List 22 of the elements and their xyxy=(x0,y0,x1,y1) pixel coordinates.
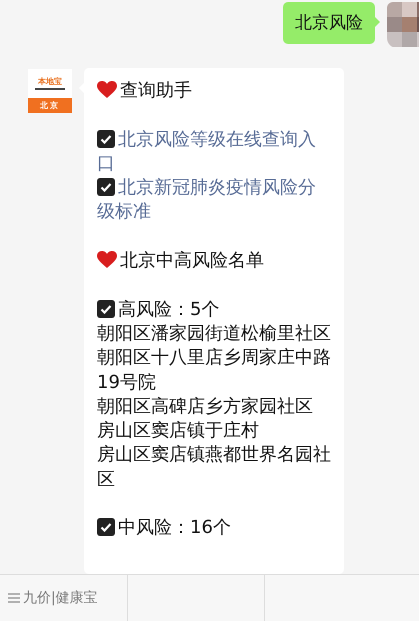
checkbox-icon xyxy=(97,518,115,536)
heart-icon xyxy=(97,81,117,99)
article-link[interactable]: 北京新冠肺炎疫情风险分级标准 xyxy=(97,176,332,225)
section-heading: 查询助手 xyxy=(120,80,192,101)
area-name: 朝阳区高碑店乡方家园社区 xyxy=(97,396,313,417)
heart-icon xyxy=(97,251,117,270)
area-name: 朝阳区十八里店乡周家庄中路19号院 xyxy=(97,347,331,393)
risk-count: 高风险：5个 xyxy=(118,298,220,320)
user-avatar xyxy=(387,2,419,48)
checkbox-icon xyxy=(97,130,115,148)
menu-item[interactable]: 九价|健康宝 xyxy=(23,589,98,607)
checkbox-icon xyxy=(97,300,115,318)
avatar-city: 北京 xyxy=(28,98,72,113)
menu-icon xyxy=(8,593,20,603)
avatar-brand: 本地宝 xyxy=(38,77,62,86)
section-heading: 北京中高风险名单 xyxy=(120,250,264,272)
checkbox-icon xyxy=(97,178,115,196)
area-name: 朝阳区潘家园街道松榆里社区 xyxy=(97,322,331,344)
area-name: 房山区窦店镇燕都世界名园社区 xyxy=(97,444,331,490)
area-name: 房山区窦店镇于庄村 xyxy=(97,420,259,442)
risk-count: 中风险：16个 xyxy=(118,517,231,538)
article-link[interactable]: 北京风险等级在线查询入口 xyxy=(97,128,332,176)
